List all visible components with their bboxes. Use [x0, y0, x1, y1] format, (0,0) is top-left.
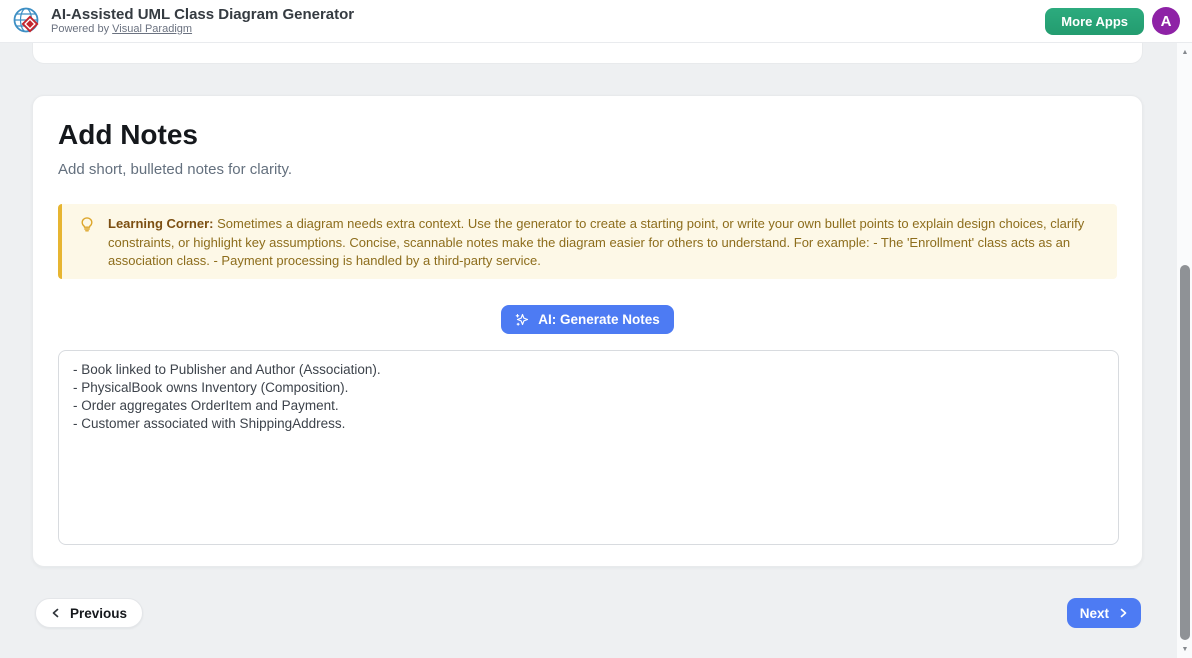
- previous-button[interactable]: Previous: [35, 598, 143, 628]
- chevron-left-icon: [51, 608, 61, 618]
- previous-section-card-partial: [32, 43, 1143, 64]
- more-apps-button[interactable]: More Apps: [1045, 8, 1144, 35]
- learning-corner-callout: Learning Corner: Sometimes a diagram nee…: [58, 204, 1117, 279]
- learning-corner-label: Learning Corner:: [108, 216, 213, 231]
- visual-paradigm-logo-icon: [12, 6, 42, 36]
- chevron-right-icon: [1118, 608, 1128, 618]
- visual-paradigm-link[interactable]: Visual Paradigm: [112, 23, 192, 35]
- add-notes-card: Add Notes Add short, bulleted notes for …: [32, 95, 1143, 567]
- powered-by: Powered by Visual Paradigm: [51, 23, 354, 36]
- scroll-up-icon[interactable]: ▲: [1177, 45, 1192, 59]
- ai-generate-notes-label: AI: Generate Notes: [538, 312, 660, 327]
- sparkles-icon: [515, 312, 530, 327]
- lightbulb-icon: [79, 216, 95, 232]
- previous-button-label: Previous: [70, 606, 127, 621]
- learning-corner-body: Sometimes a diagram needs extra context.…: [108, 216, 1084, 268]
- page-title: AI-Assisted UML Class Diagram Generator: [51, 6, 354, 23]
- notes-textarea[interactable]: - Book linked to Publisher and Author (A…: [58, 350, 1119, 545]
- section-heading: Add Notes: [58, 118, 1117, 152]
- vertical-scrollbar[interactable]: ▲ ▼: [1176, 43, 1192, 658]
- powered-by-prefix: Powered by: [51, 23, 109, 35]
- avatar[interactable]: A: [1152, 7, 1180, 35]
- learning-corner-text: Learning Corner: Sometimes a diagram nee…: [108, 215, 1099, 271]
- ai-generate-notes-button[interactable]: AI: Generate Notes: [501, 305, 674, 334]
- scroll-down-icon[interactable]: ▼: [1177, 642, 1192, 656]
- app-header: AI-Assisted UML Class Diagram Generator …: [0, 0, 1192, 43]
- section-subheading: Add short, bulleted notes for clarity.: [58, 160, 1117, 180]
- next-button-label: Next: [1080, 606, 1109, 621]
- next-button[interactable]: Next: [1067, 598, 1141, 628]
- scrollbar-thumb[interactable]: [1180, 265, 1190, 640]
